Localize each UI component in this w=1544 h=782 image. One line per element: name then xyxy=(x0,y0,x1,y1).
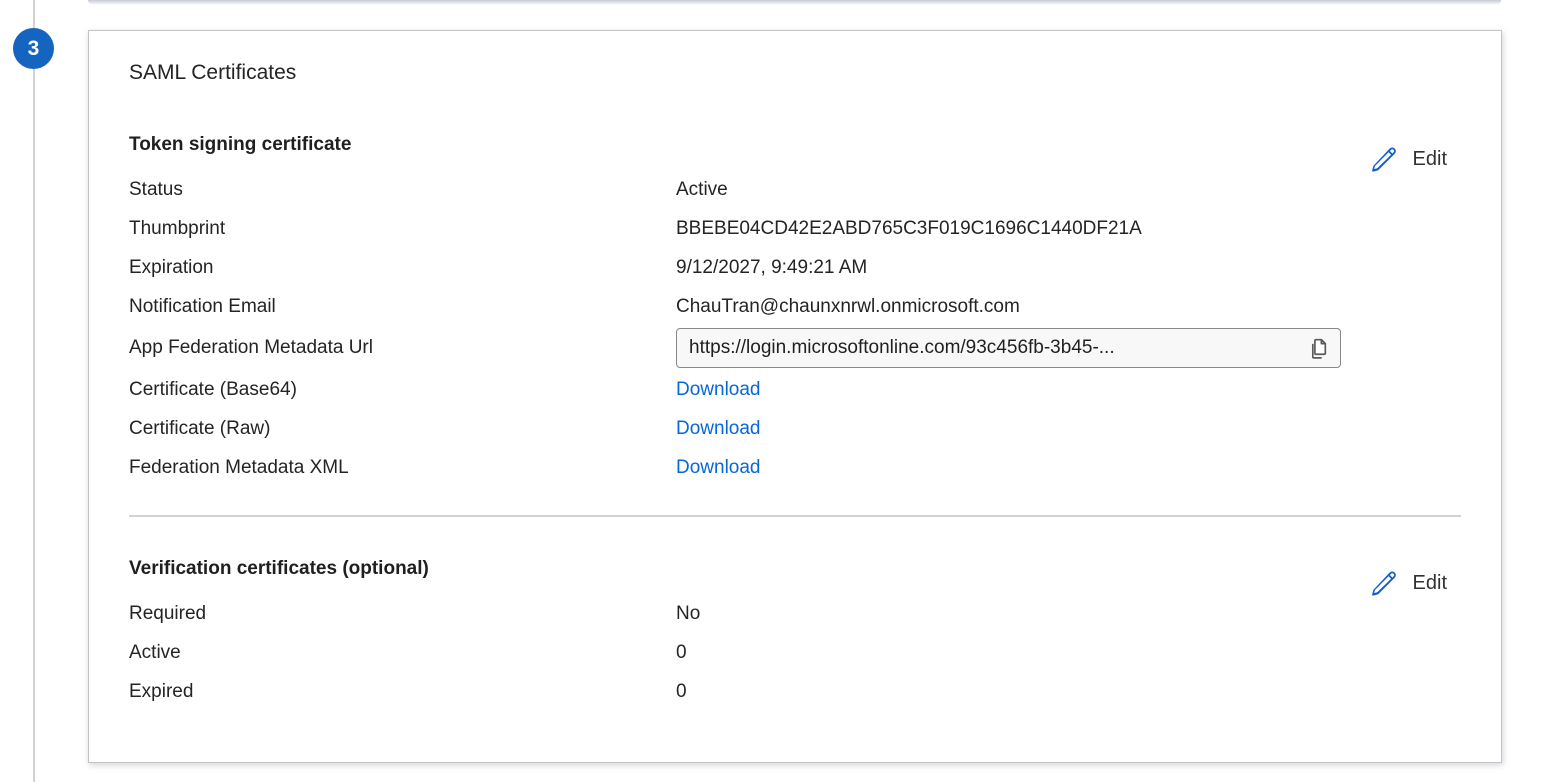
token-signing-certificate-section: Token signing certificate Edit Status Ac… xyxy=(129,131,1461,487)
row-label: Federation Metadata XML xyxy=(129,457,676,479)
page: 3 SAML Certificates Token signing certif… xyxy=(0,0,1544,782)
table-row-notification-email: Notification Email ChauTran@chaunxnrwl.o… xyxy=(129,287,1461,326)
previous-card-bottom-edge xyxy=(88,0,1501,5)
section-heading: Token signing certificate xyxy=(129,131,1461,158)
table-row-app-federation-metadata-url: App Federation Metadata Url https://logi… xyxy=(129,326,1461,370)
table-row-certificate-raw: Certificate (Raw) Download xyxy=(129,409,1461,448)
table-row-expired: Expired 0 xyxy=(129,672,1461,711)
status-value: Active xyxy=(676,179,728,201)
step-3-badge: 3 xyxy=(13,28,54,69)
edit-button-label: Edit xyxy=(1413,148,1447,171)
token-signing-rows: Status Active Thumbprint BBEBE04CD42E2AB… xyxy=(129,170,1461,487)
row-label: Status xyxy=(129,179,676,201)
row-label: Thumbprint xyxy=(129,218,676,240)
table-row-status: Status Active xyxy=(129,170,1461,209)
row-value: https://login.microsoftonline.com/93c456… xyxy=(676,328,1341,368)
section-header: Verification certificates (optional) Edi… xyxy=(129,555,1461,582)
download-certificate-base64-link[interactable]: Download xyxy=(676,379,761,401)
pencil-icon xyxy=(1369,569,1398,598)
row-label: Required xyxy=(129,603,676,625)
table-row-thumbprint: Thumbprint BBEBE04CD42E2ABD765C3F019C169… xyxy=(129,209,1461,248)
section-heading: Verification certificates (optional) xyxy=(129,555,1461,582)
notification-email-value: ChauTran@chaunxnrwl.onmicrosoft.com xyxy=(676,296,1020,318)
edit-verification-certificates-button[interactable]: Edit xyxy=(1369,569,1447,598)
metadata-url-field[interactable]: https://login.microsoftonline.com/93c456… xyxy=(676,328,1341,368)
metadata-url-text: https://login.microsoftonline.com/93c456… xyxy=(689,337,1297,359)
edit-button-label: Edit xyxy=(1413,572,1447,595)
expired-count-value: 0 xyxy=(676,681,687,703)
active-count-value: 0 xyxy=(676,642,687,664)
step-number: 3 xyxy=(28,37,40,61)
table-row-required: Required No xyxy=(129,594,1461,633)
row-label: Expiration xyxy=(129,257,676,279)
row-label: Certificate (Raw) xyxy=(129,418,676,440)
verification-rows: Required No Active 0 Expired 0 xyxy=(129,594,1461,711)
table-row-active: Active 0 xyxy=(129,633,1461,672)
required-value: No xyxy=(676,603,700,625)
card-title: SAML Certificates xyxy=(129,59,1461,87)
section-header: Token signing certificate Edit xyxy=(129,131,1461,158)
row-label: Expired xyxy=(129,681,676,703)
timeline-connector xyxy=(33,0,35,782)
copy-icon[interactable] xyxy=(1297,336,1330,361)
table-row-federation-metadata-xml: Federation Metadata XML Download xyxy=(129,448,1461,487)
download-federation-metadata-xml-link[interactable]: Download xyxy=(676,457,761,479)
row-label: Active xyxy=(129,642,676,664)
thumbprint-value: BBEBE04CD42E2ABD765C3F019C1696C1440DF21A xyxy=(676,218,1142,240)
row-label: App Federation Metadata Url xyxy=(129,337,676,359)
row-label: Notification Email xyxy=(129,296,676,318)
download-certificate-raw-link[interactable]: Download xyxy=(676,418,761,440)
table-row-certificate-base64: Certificate (Base64) Download xyxy=(129,370,1461,409)
verification-certificates-section: Verification certificates (optional) Edi… xyxy=(129,555,1461,711)
edit-token-signing-certificate-button[interactable]: Edit xyxy=(1369,145,1447,174)
expiration-value: 9/12/2027, 9:49:21 AM xyxy=(676,257,867,279)
saml-certificates-card: SAML Certificates Token signing certific… xyxy=(88,30,1502,763)
pencil-icon xyxy=(1369,145,1398,174)
row-label: Certificate (Base64) xyxy=(129,379,676,401)
section-divider xyxy=(129,515,1461,517)
table-row-expiration: Expiration 9/12/2027, 9:49:21 AM xyxy=(129,248,1461,287)
